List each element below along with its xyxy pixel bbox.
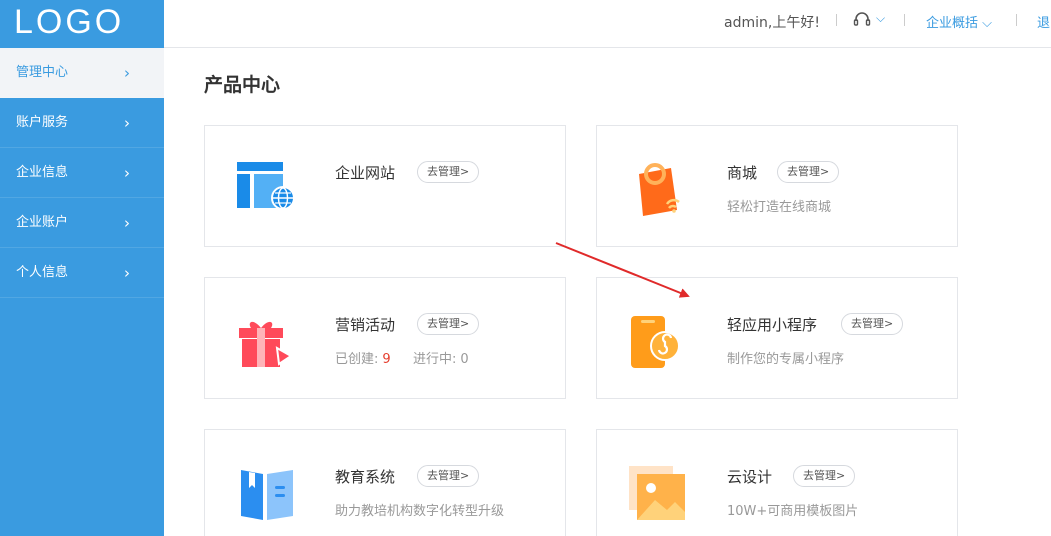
top-bar: admin,上午好! ⌵ 企业概括 ⌵ 退	[164, 0, 1051, 48]
chevron-right-icon: ›	[124, 114, 130, 132]
book-icon	[241, 470, 293, 520]
shopping-bag-icon	[639, 163, 680, 216]
product-card-mini-program: 轻应用小程序 去管理> 制作您的专属小程序	[596, 277, 958, 399]
manage-button[interactable]: 去管理>	[793, 465, 856, 487]
product-card-education: 教育系统 去管理> 助力教培机构数字化转型升级	[204, 429, 566, 536]
product-description: 制作您的专属小程序	[727, 352, 845, 367]
product-description: 助力教培机构数字化转型升级	[335, 504, 505, 519]
image-design-icon	[629, 466, 685, 520]
product-name: 企业网站	[335, 164, 396, 182]
website-icon	[237, 162, 295, 210]
logout-link[interactable]: 退	[1037, 12, 1050, 31]
product-name: 商城	[727, 164, 758, 182]
sidebar: LOGO 管理中心 › 账户服务 › 企业信息 › 企业账户 › 个人信息 ›	[0, 0, 164, 536]
page-title: 产品中心	[204, 74, 281, 96]
gift-icon	[239, 321, 293, 367]
user-greeting: admin,上午好!	[724, 15, 820, 31]
product-card-mall: 商城 去管理> 轻松打造在线商城	[596, 125, 958, 247]
chevron-down-icon[interactable]: ⌵	[876, 11, 885, 26]
product-name: 教育系统	[335, 468, 396, 486]
sidebar-item-account-services[interactable]: 账户服务 ›	[0, 98, 164, 148]
product-card-cloud-design: 云设计 去管理> 10W+可商用模板图片	[596, 429, 958, 536]
product-description: 10W+可商用模板图片	[727, 504, 859, 519]
manage-button[interactable]: 去管理>	[417, 313, 480, 335]
manage-button[interactable]: 去管理>	[417, 161, 480, 183]
divider	[904, 14, 905, 26]
sidebar-item-personal-info[interactable]: 个人信息 ›	[0, 248, 164, 298]
product-card-website: 企业网站 去管理>	[204, 125, 566, 247]
product-name: 营销活动	[335, 316, 396, 334]
company-overview-menu[interactable]: 企业概括 ⌵	[926, 12, 992, 31]
sidebar-item-label: 个人信息	[16, 265, 69, 280]
sidebar-item-management-center[interactable]: 管理中心 ›	[0, 48, 164, 98]
chevron-right-icon: ›	[124, 164, 130, 182]
product-description: 轻松打造在线商城	[727, 200, 832, 215]
sidebar-item-company-account[interactable]: 企业账户 ›	[0, 198, 164, 248]
chevron-right-icon: ›	[124, 214, 130, 232]
ongoing-label: 进行中:	[412, 352, 457, 367]
sidebar-item-label: 管理中心	[16, 65, 69, 80]
chevron-right-icon: ›	[124, 264, 130, 282]
ongoing-count: 0	[460, 352, 469, 367]
divider	[836, 14, 837, 26]
headset-icon[interactable]	[852, 10, 872, 30]
manage-button[interactable]: 去管理>	[777, 161, 840, 183]
created-label: 已创建:	[335, 352, 379, 367]
chevron-right-icon: ›	[124, 64, 130, 82]
sidebar-item-label: 账户服务	[16, 115, 69, 130]
product-name: 云设计	[727, 468, 773, 486]
activity-stats: 已创建: 9 进行中: 0	[335, 348, 469, 367]
product-name: 轻应用小程序	[727, 316, 818, 334]
sidebar-item-label: 企业账户	[16, 215, 69, 230]
sidebar-item-label: 企业信息	[16, 165, 69, 180]
created-count: 9	[382, 352, 391, 367]
logo: LOGO	[14, 3, 125, 41]
manage-button[interactable]: 去管理>	[417, 465, 480, 487]
divider	[1016, 14, 1017, 26]
product-card-marketing: 营销活动 去管理> 已创建: 9 进行中: 0	[204, 277, 566, 399]
mini-program-icon	[631, 316, 680, 368]
manage-button[interactable]: 去管理>	[841, 313, 904, 335]
sidebar-item-company-info[interactable]: 企业信息 ›	[0, 148, 164, 198]
